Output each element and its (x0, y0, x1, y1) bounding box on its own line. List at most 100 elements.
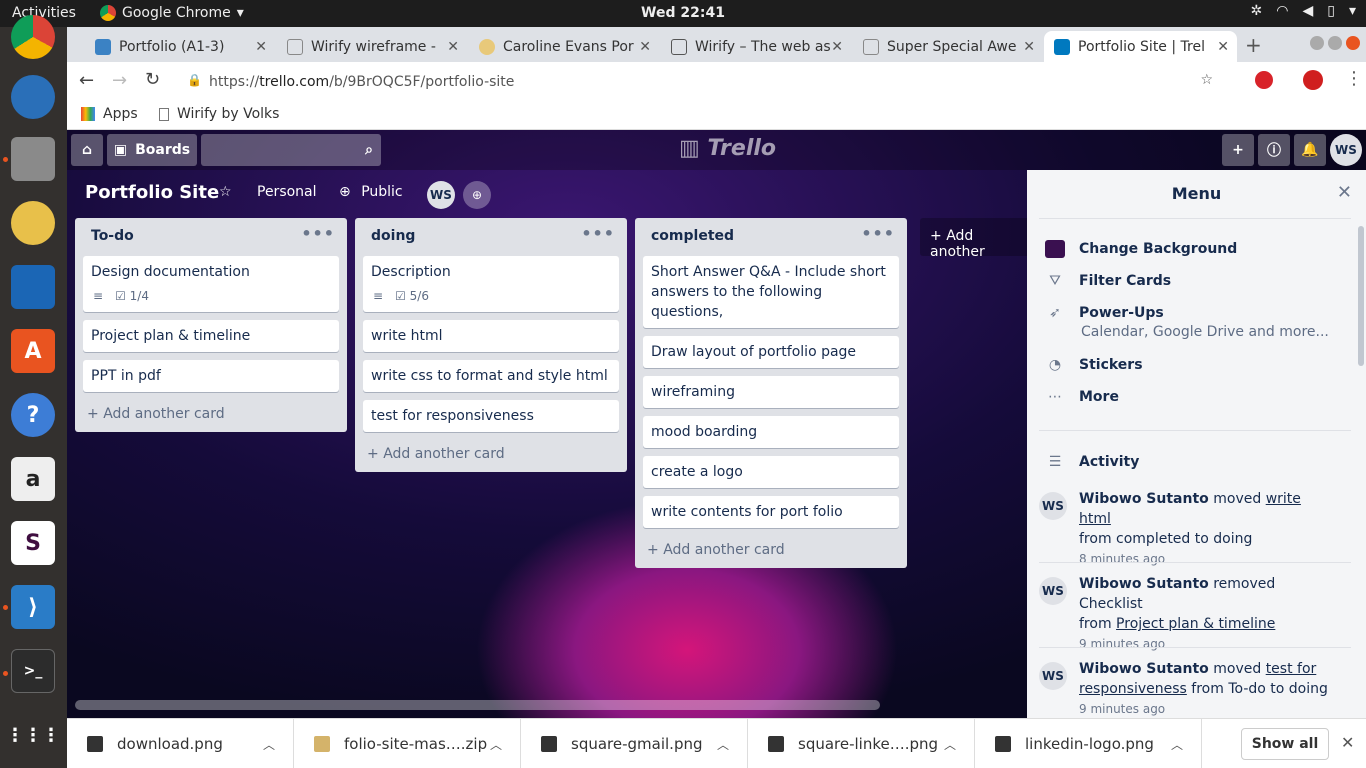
download-item[interactable]: linkedin-logo.png ︿ (975, 719, 1202, 768)
list-title[interactable]: completed (651, 228, 734, 244)
home-button[interactable]: ⌂ (71, 134, 103, 166)
chevron-up-icon[interactable]: ︿ (944, 736, 956, 753)
visibility-button[interactable]: ⊕ Public (339, 184, 403, 200)
minimize-icon[interactable] (1310, 36, 1324, 50)
list-menu-icon[interactable]: ••• (581, 224, 615, 243)
new-tab-button[interactable]: + (1245, 33, 1262, 57)
menu-icon[interactable]: ⋮ (1345, 68, 1363, 89)
star-icon[interactable]: ☆ (1200, 72, 1213, 88)
notifications-button[interactable]: 🔔 (1294, 134, 1326, 166)
avatar[interactable]: WS (1330, 134, 1362, 166)
chevron-up-icon[interactable]: ︿ (717, 736, 729, 753)
card[interactable]: mood boarding (643, 416, 899, 448)
invite-button[interactable]: ⊕ (463, 181, 491, 209)
tab-portfolio-site-trello[interactable]: Portfolio Site | Trel ✕ (1044, 31, 1237, 62)
tab-portfolio-a1-3[interactable]: Portfolio (A1-3) ✕ (85, 31, 275, 62)
thunderbird-icon[interactable] (11, 75, 55, 119)
more-item[interactable]: ⋯ More (1045, 388, 1119, 406)
card[interactable]: write contents for port folio (643, 496, 899, 528)
close-window-icon[interactable] (1346, 36, 1360, 50)
window-controls[interactable] (1310, 36, 1360, 50)
trello-logo[interactable]: ▥ Trello (679, 136, 776, 161)
tab-caroline-evans[interactable]: Caroline Evans Por ✕ (469, 31, 659, 62)
card[interactable]: test for responsiveness (363, 400, 619, 432)
tab-super-special[interactable]: Super Special Awe ✕ (853, 31, 1043, 62)
wirify-bookmark[interactable]: Wirify by Volks (159, 106, 279, 122)
member-avatar[interactable]: WS (427, 181, 455, 209)
chrome-dock-icon[interactable] (11, 15, 55, 59)
card[interactable]: Design documentation ≡ ☑ 1/4 (83, 256, 339, 312)
close-icon[interactable]: ✕ (1023, 39, 1035, 55)
amazon-icon[interactable]: a (11, 457, 55, 501)
create-button[interactable]: + (1222, 134, 1254, 166)
card[interactable]: wireframing (643, 376, 899, 408)
avatar[interactable]: WS (1039, 662, 1067, 690)
help-icon[interactable]: ? (11, 393, 55, 437)
close-icon[interactable]: ✕ (1217, 39, 1229, 55)
power-ups-item[interactable]: ➶ Power-Ups (1045, 304, 1164, 322)
adblock-icon[interactable] (1255, 71, 1273, 89)
writer-icon[interactable] (11, 265, 55, 309)
stickers-item[interactable]: ◔ Stickers (1045, 356, 1143, 374)
terminal-icon[interactable]: >_ (11, 649, 55, 693)
list-title[interactable]: To-do (91, 228, 134, 244)
show-apps-icon[interactable]: ⋮⋮⋮ (6, 713, 60, 757)
app-menu[interactable]: Google Chrome ▾ (100, 5, 244, 21)
card[interactable]: Description ≡ ☑ 5/6 (363, 256, 619, 312)
avatar[interactable]: WS (1039, 577, 1067, 605)
card[interactable]: PPT in pdf (83, 360, 339, 392)
tab-wirify-web[interactable]: Wirify – The web as ✕ (661, 31, 851, 62)
list-title[interactable]: doing (371, 228, 415, 244)
activity-card-link[interactable]: Project plan & timeline (1116, 616, 1275, 632)
info-button[interactable]: ⓘ (1258, 134, 1290, 166)
add-card-button[interactable]: + Add another card (355, 440, 627, 472)
card[interactable]: Project plan & timeline (83, 320, 339, 352)
close-icon[interactable]: ✕ (831, 39, 843, 55)
vscode-icon[interactable]: ⟩ (11, 585, 55, 629)
software-center-icon[interactable]: A (11, 329, 55, 373)
chevron-up-icon[interactable]: ︿ (1171, 736, 1183, 753)
tab-wirify-wireframe[interactable]: Wirify wireframe - ✕ (277, 31, 467, 62)
change-background-item[interactable]: Change Background (1045, 240, 1237, 258)
extension-icon[interactable] (1303, 70, 1323, 90)
card[interactable]: Short Answer Q&A - Include short answers… (643, 256, 899, 328)
close-icon[interactable]: ✕ (255, 39, 267, 55)
close-icon[interactable]: ✕ (1341, 733, 1354, 752)
filter-cards-item[interactable]: ⛛ Filter Cards (1045, 272, 1171, 290)
add-list-button[interactable]: + Add another (920, 218, 1030, 260)
download-item[interactable]: download.png ︿ (67, 719, 294, 768)
download-item[interactable]: folio-site-mas….zip ︿ (294, 719, 521, 768)
close-icon[interactable]: ✕ (1337, 182, 1352, 203)
download-item[interactable]: square-linke….png ︿ (748, 719, 975, 768)
back-icon[interactable]: ← (79, 70, 94, 91)
slack-icon[interactable]: S (11, 521, 55, 565)
rhythmbox-icon[interactable] (11, 201, 55, 245)
star-icon[interactable]: ☆ (219, 184, 232, 200)
chevron-up-icon[interactable]: ︿ (263, 736, 275, 753)
avatar[interactable]: WS (1039, 492, 1067, 520)
list-menu-icon[interactable]: ••• (861, 224, 895, 243)
apps-bookmark[interactable]: Apps (81, 106, 138, 122)
card[interactable]: create a logo (643, 456, 899, 488)
download-item[interactable]: square-gmail.png ︿ (521, 719, 748, 768)
show-all-button[interactable]: Show all (1241, 728, 1329, 760)
close-icon[interactable]: ✕ (639, 39, 651, 55)
horizontal-scrollbar[interactable] (75, 700, 880, 710)
system-tray[interactable]: ✲ ◠ ◀ ▯ ▾ (1251, 3, 1356, 19)
team-button[interactable]: Personal (257, 184, 317, 200)
close-icon[interactable]: ✕ (447, 39, 459, 55)
files-icon[interactable] (11, 137, 55, 181)
reload-icon[interactable]: ↻ (145, 69, 160, 90)
card[interactable]: write html (363, 320, 619, 352)
maximize-icon[interactable] (1328, 36, 1342, 50)
forward-icon[interactable]: → (112, 70, 127, 91)
card[interactable]: write css to format and style html (363, 360, 619, 392)
list-menu-icon[interactable]: ••• (301, 224, 335, 243)
add-card-button[interactable]: + Add another card (635, 536, 907, 568)
boards-button[interactable]: ▣ Boards (107, 134, 197, 166)
address-bar[interactable]: 🔒 https://trello.com/b/9BrOQC5F/portfoli… (177, 66, 1217, 96)
chevron-up-icon[interactable]: ︿ (490, 736, 502, 753)
board-name[interactable]: Portfolio Site (85, 182, 219, 203)
card[interactable]: Draw layout of portfolio page (643, 336, 899, 368)
search-input[interactable]: ⌕ (201, 134, 381, 166)
